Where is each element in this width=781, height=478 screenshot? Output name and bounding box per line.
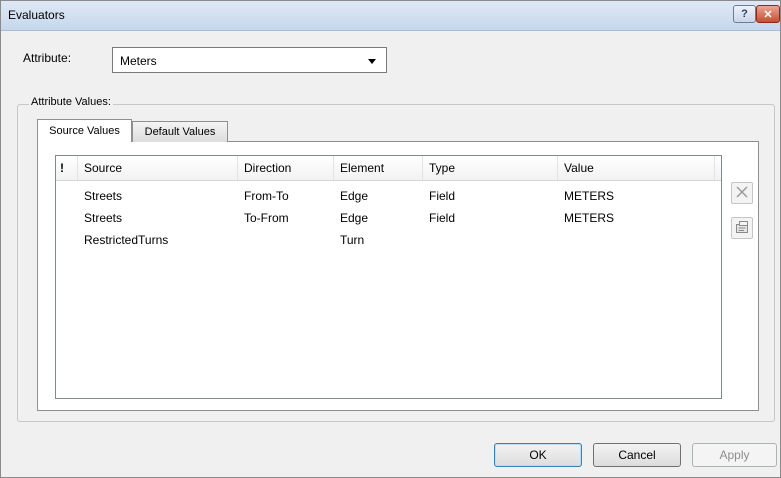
chevron-down-icon [368, 59, 376, 64]
help-button[interactable]: ? [733, 5, 756, 23]
attribute-label: Attribute: [23, 51, 72, 65]
cell-direction: From-To [244, 189, 289, 203]
evaluators-grid[interactable]: ! Source Direction Element Type Value St… [55, 155, 722, 399]
column-header-element[interactable]: Element [334, 156, 423, 180]
apply-button[interactable]: Apply [692, 443, 777, 467]
cell-value: METERS [564, 189, 615, 203]
cell-element: Turn [340, 233, 365, 247]
help-icon: ? [741, 8, 748, 20]
window-title: Evaluators [8, 8, 65, 22]
cell-type: Field [429, 189, 456, 203]
tab-label: Source Values [49, 125, 120, 137]
cell-value: METERS [564, 211, 615, 225]
tab-default-values[interactable]: Default Values [132, 121, 228, 142]
cell-source: RestrictedTurns [84, 233, 169, 247]
properties-icon [735, 220, 749, 237]
cancel-label: Cancel [618, 448, 656, 462]
cell-source: Streets [84, 211, 123, 225]
attribute-selected-value: Meters [120, 54, 157, 68]
remove-button[interactable] [731, 182, 753, 204]
attribute-dropdown[interactable]: Meters [112, 47, 387, 73]
cell-direction: To-From [244, 211, 289, 225]
table-row[interactable]: RestrictedTurns Turn [56, 230, 721, 252]
column-header-flag[interactable]: ! [56, 156, 78, 180]
apply-label: Apply [719, 448, 750, 462]
ok-label: OK [529, 448, 547, 462]
column-header-value[interactable]: Value [558, 156, 715, 180]
cancel-button[interactable]: Cancel [593, 443, 681, 467]
properties-button[interactable] [731, 217, 753, 239]
column-header-source[interactable]: Source [78, 156, 238, 180]
title-bar[interactable]: Evaluators ? ✕ [1, 1, 780, 31]
tab-label: Default Values [144, 126, 216, 138]
cell-source: Streets [84, 189, 123, 203]
cell-element: Edge [340, 211, 369, 225]
remove-icon [735, 185, 749, 202]
grid-header: ! Source Direction Element Type Value [56, 156, 721, 181]
attribute-values-title: Attribute Values: [29, 96, 113, 108]
close-icon: ✕ [763, 8, 773, 21]
column-header-direction[interactable]: Direction [238, 156, 334, 180]
cell-element: Edge [340, 189, 369, 203]
close-button[interactable]: ✕ [756, 5, 780, 23]
column-header-type[interactable]: Type [423, 156, 558, 180]
table-row[interactable]: Streets To-From Edge Field METERS [56, 208, 721, 230]
cell-type: Field [429, 211, 456, 225]
ok-button[interactable]: OK [494, 443, 582, 467]
tab-source-values[interactable]: Source Values [37, 119, 132, 142]
table-row[interactable]: Streets From-To Edge Field METERS [56, 186, 721, 208]
evaluators-dialog: Evaluators ? ✕ Attribute: Meters Attribu… [0, 0, 781, 478]
